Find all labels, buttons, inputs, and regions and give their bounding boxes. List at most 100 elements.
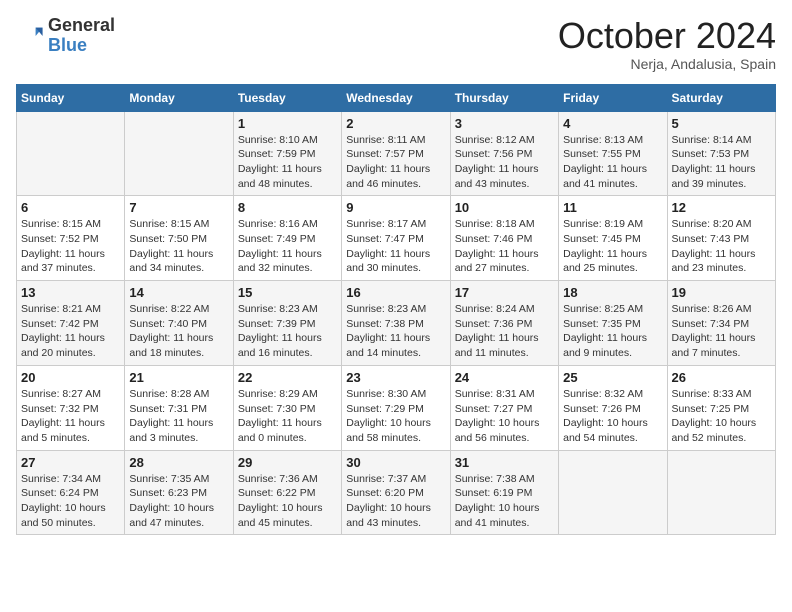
day-number: 15: [238, 285, 337, 300]
day-info: Sunrise: 8:30 AM Sunset: 7:29 PM Dayligh…: [346, 387, 445, 446]
day-cell: 17Sunrise: 8:24 AM Sunset: 7:36 PM Dayli…: [450, 281, 558, 366]
day-number: 19: [672, 285, 771, 300]
day-info: Sunrise: 8:19 AM Sunset: 7:45 PM Dayligh…: [563, 217, 662, 276]
day-cell: [667, 450, 775, 535]
day-number: 28: [129, 455, 228, 470]
header-cell-wednesday: Wednesday: [342, 84, 450, 111]
day-info: Sunrise: 8:28 AM Sunset: 7:31 PM Dayligh…: [129, 387, 228, 446]
header-cell-friday: Friday: [559, 84, 667, 111]
day-number: 17: [455, 285, 554, 300]
day-cell: 4 Sunrise: 8:13 AM Sunset: 7:55 PM Daylig…: [559, 111, 667, 196]
day-info: Sunrise: 7:37 AM Sunset: 6:20 PM Dayligh…: [346, 472, 445, 531]
day-cell: 25 Sunrise: 8:32 AM Sunset: 7:26 PM Dayli…: [559, 365, 667, 450]
header: General Blue October 2024 Nerja, Andalus…: [16, 16, 776, 72]
header-cell-tuesday: Tuesday: [233, 84, 341, 111]
day-cell: 12 Sunrise: 8:20 AM Sunset: 7:43 PM Dayli…: [667, 196, 775, 281]
day-info: Sunrise: 8:27 AM Sunset: 7:32 PM Dayligh…: [21, 387, 120, 446]
day-info: Sunrise: 7:38 AM Sunset: 6:19 PM Dayligh…: [455, 472, 554, 531]
day-info: Sunrise: 7:36 AM Sunset: 6:22 PM Dayligh…: [238, 472, 337, 531]
day-info: Sunrise: 8:15 AM Sunset: 7:50 PM Dayligh…: [129, 217, 228, 276]
day-info: Sunrise: 8:14 AM Sunset: 7:53 PM Dayligh…: [672, 133, 771, 192]
day-number: 10: [455, 200, 554, 215]
calendar-table: SundayMondayTuesdayWednesdayThursdayFrid…: [16, 84, 776, 536]
logo-icon: [16, 22, 44, 50]
day-number: 4: [563, 116, 662, 131]
day-cell: 29 Sunrise: 7:36 AM Sunset: 6:22 PM Dayli…: [233, 450, 341, 535]
logo-text: General Blue: [48, 16, 115, 56]
day-cell: 28Sunrise: 7:35 AM Sunset: 6:23 PM Dayli…: [125, 450, 233, 535]
day-cell: 19 Sunrise: 8:26 AM Sunset: 7:34 PM Dayli…: [667, 281, 775, 366]
day-number: 29: [238, 455, 337, 470]
day-number: 30: [346, 455, 445, 470]
week-row-5: 27Sunrise: 7:34 AM Sunset: 6:24 PM Dayli…: [17, 450, 776, 535]
day-number: 16: [346, 285, 445, 300]
day-info: Sunrise: 8:20 AM Sunset: 7:43 PM Dayligh…: [672, 217, 771, 276]
day-cell: 5 Sunrise: 8:14 AM Sunset: 7:53 PM Daylig…: [667, 111, 775, 196]
day-info: Sunrise: 8:26 AM Sunset: 7:34 PM Dayligh…: [672, 302, 771, 361]
day-cell: 13 Sunrise: 8:21 AM Sunset: 7:42 PM Dayli…: [17, 281, 125, 366]
day-cell: 21Sunrise: 8:28 AM Sunset: 7:31 PM Dayli…: [125, 365, 233, 450]
day-cell: [125, 111, 233, 196]
day-number: 6: [21, 200, 120, 215]
day-number: 23: [346, 370, 445, 385]
day-number: 1: [238, 116, 337, 131]
day-info: Sunrise: 8:15 AM Sunset: 7:52 PM Dayligh…: [21, 217, 120, 276]
day-cell: 20 Sunrise: 8:27 AM Sunset: 7:32 PM Dayli…: [17, 365, 125, 450]
day-cell: 11 Sunrise: 8:19 AM Sunset: 7:45 PM Dayli…: [559, 196, 667, 281]
day-cell: 2Sunrise: 8:11 AM Sunset: 7:57 PM Daylig…: [342, 111, 450, 196]
week-row-1: 1 Sunrise: 8:10 AM Sunset: 7:59 PM Daylig…: [17, 111, 776, 196]
day-number: 20: [21, 370, 120, 385]
day-cell: [559, 450, 667, 535]
day-cell: 15Sunrise: 8:23 AM Sunset: 7:39 PM Dayli…: [233, 281, 341, 366]
day-cell: 27Sunrise: 7:34 AM Sunset: 6:24 PM Dayli…: [17, 450, 125, 535]
logo: General Blue: [16, 16, 115, 56]
header-cell-saturday: Saturday: [667, 84, 775, 111]
day-info: Sunrise: 8:13 AM Sunset: 7:55 PM Dayligh…: [563, 133, 662, 192]
day-number: 11: [563, 200, 662, 215]
day-cell: 14 Sunrise: 8:22 AM Sunset: 7:40 PM Dayli…: [125, 281, 233, 366]
day-cell: 18 Sunrise: 8:25 AM Sunset: 7:35 PM Dayli…: [559, 281, 667, 366]
day-number: 12: [672, 200, 771, 215]
month-title: October 2024: [558, 16, 776, 56]
subtitle: Nerja, Andalusia, Spain: [558, 56, 776, 72]
day-info: Sunrise: 8:16 AM Sunset: 7:49 PM Dayligh…: [238, 217, 337, 276]
day-info: Sunrise: 8:10 AM Sunset: 7:59 PM Dayligh…: [238, 133, 337, 192]
day-number: 7: [129, 200, 228, 215]
week-row-4: 20 Sunrise: 8:27 AM Sunset: 7:32 PM Dayli…: [17, 365, 776, 450]
day-info: Sunrise: 8:22 AM Sunset: 7:40 PM Dayligh…: [129, 302, 228, 361]
day-cell: [17, 111, 125, 196]
day-number: 22: [238, 370, 337, 385]
day-cell: 6 Sunrise: 8:15 AM Sunset: 7:52 PM Daylig…: [17, 196, 125, 281]
day-cell: 10 Sunrise: 8:18 AM Sunset: 7:46 PM Dayli…: [450, 196, 558, 281]
day-cell: 26Sunrise: 8:33 AM Sunset: 7:25 PM Dayli…: [667, 365, 775, 450]
day-number: 31: [455, 455, 554, 470]
week-row-3: 13 Sunrise: 8:21 AM Sunset: 7:42 PM Dayli…: [17, 281, 776, 366]
day-info: Sunrise: 7:34 AM Sunset: 6:24 PM Dayligh…: [21, 472, 120, 531]
day-info: Sunrise: 8:18 AM Sunset: 7:46 PM Dayligh…: [455, 217, 554, 276]
day-info: Sunrise: 8:29 AM Sunset: 7:30 PM Dayligh…: [238, 387, 337, 446]
day-number: 25: [563, 370, 662, 385]
day-info: Sunrise: 8:31 AM Sunset: 7:27 PM Dayligh…: [455, 387, 554, 446]
header-cell-thursday: Thursday: [450, 84, 558, 111]
day-number: 3: [455, 116, 554, 131]
header-cell-sunday: Sunday: [17, 84, 125, 111]
day-cell: 30 Sunrise: 7:37 AM Sunset: 6:20 PM Dayli…: [342, 450, 450, 535]
day-cell: 8 Sunrise: 8:16 AM Sunset: 7:49 PM Daylig…: [233, 196, 341, 281]
day-number: 5: [672, 116, 771, 131]
day-info: Sunrise: 8:32 AM Sunset: 7:26 PM Dayligh…: [563, 387, 662, 446]
day-number: 8: [238, 200, 337, 215]
title-area: October 2024 Nerja, Andalusia, Spain: [558, 16, 776, 72]
day-cell: 3Sunrise: 8:12 AM Sunset: 7:56 PM Daylig…: [450, 111, 558, 196]
day-cell: 24Sunrise: 8:31 AM Sunset: 7:27 PM Dayli…: [450, 365, 558, 450]
logo-general: General: [48, 16, 115, 36]
day-info: Sunrise: 8:17 AM Sunset: 7:47 PM Dayligh…: [346, 217, 445, 276]
day-number: 18: [563, 285, 662, 300]
day-info: Sunrise: 8:21 AM Sunset: 7:42 PM Dayligh…: [21, 302, 120, 361]
day-number: 14: [129, 285, 228, 300]
day-number: 13: [21, 285, 120, 300]
day-cell: 9Sunrise: 8:17 AM Sunset: 7:47 PM Daylig…: [342, 196, 450, 281]
day-info: Sunrise: 8:25 AM Sunset: 7:35 PM Dayligh…: [563, 302, 662, 361]
header-row: SundayMondayTuesdayWednesdayThursdayFrid…: [17, 84, 776, 111]
week-row-2: 6 Sunrise: 8:15 AM Sunset: 7:52 PM Daylig…: [17, 196, 776, 281]
header-cell-monday: Monday: [125, 84, 233, 111]
